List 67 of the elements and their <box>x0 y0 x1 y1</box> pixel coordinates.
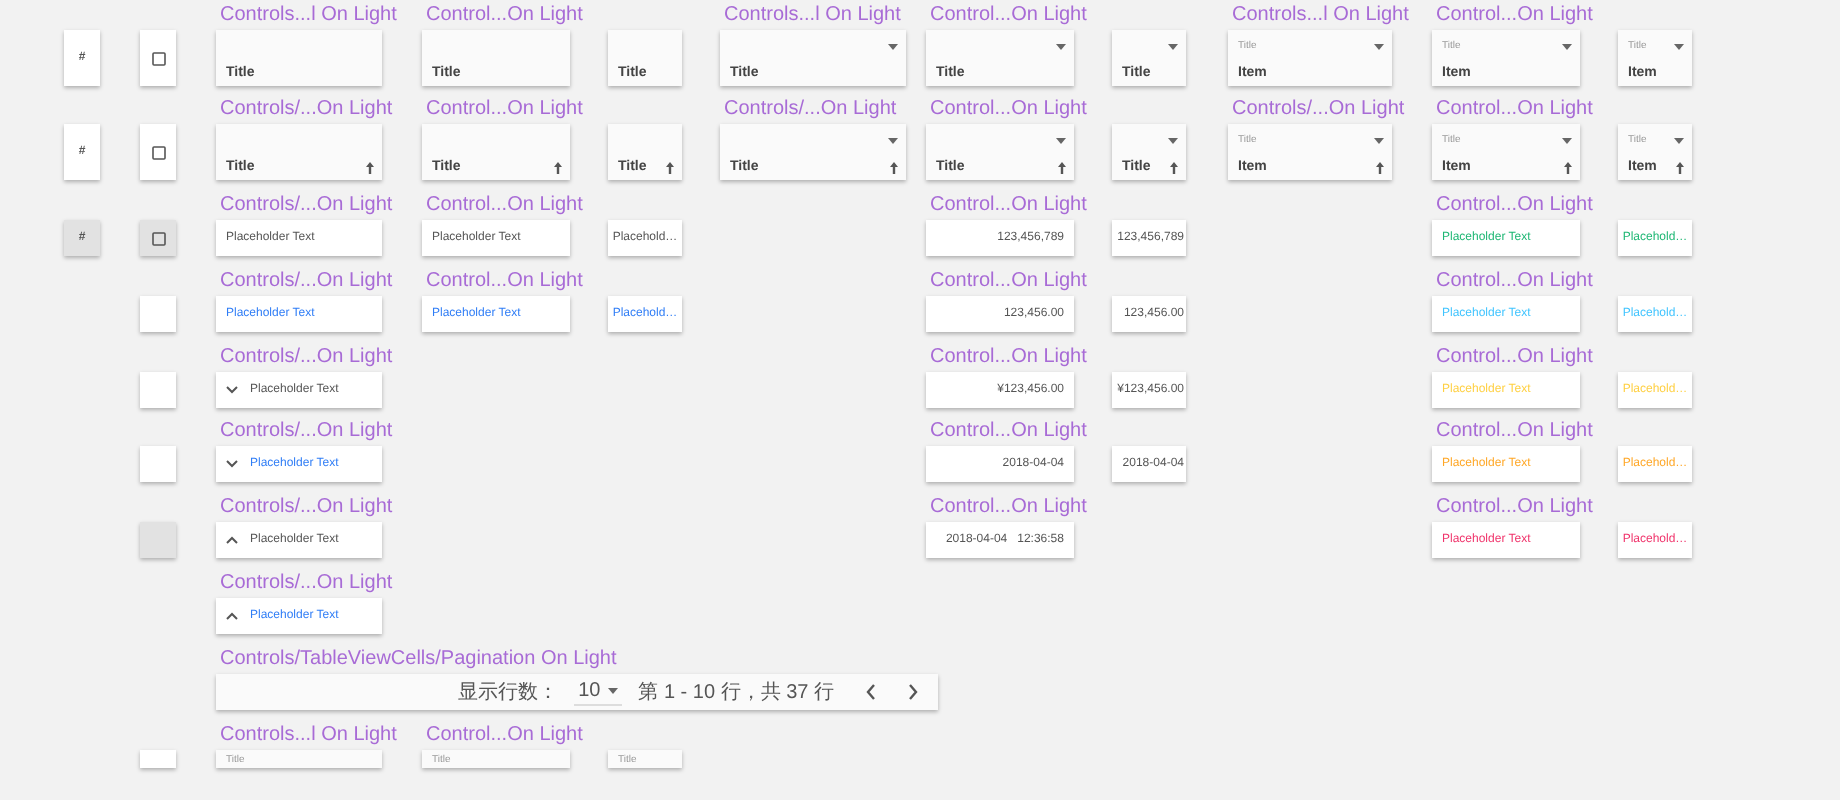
arrow-up-icon[interactable] <box>1376 161 1384 173</box>
caret-down-icon[interactable] <box>1374 43 1384 49</box>
caret-down-icon[interactable] <box>888 43 898 49</box>
symbol-label: Control...On Light <box>930 270 1087 292</box>
symbol-label: Control...On Light <box>930 4 1087 26</box>
symbol-label: Control...On Light <box>930 194 1087 216</box>
symbol-label: Controls/...On Light <box>220 98 393 120</box>
caret-down-icon[interactable] <box>1056 137 1066 143</box>
chevron-up-icon[interactable] <box>226 536 238 544</box>
caret-down-icon[interactable] <box>1562 43 1572 49</box>
symbol-label: Controls/...On Light <box>1232 98 1405 120</box>
symbol-label: Control...On Light <box>426 4 583 26</box>
symbol-label: Control...On Light <box>1436 194 1593 216</box>
checkbox-icon[interactable] <box>151 231 165 245</box>
page-range-text: 第 1 - 10 行，共 37 行 <box>638 679 834 706</box>
symbol-label: Controls/...On Light <box>220 420 393 442</box>
checkbox-icon[interactable] <box>151 145 165 159</box>
chevron-down-icon[interactable] <box>226 460 238 468</box>
symbol-label: Control...On Light <box>426 194 583 216</box>
symbol-label: Controls...l On Light <box>220 4 397 26</box>
previous-page-icon[interactable] <box>866 684 876 700</box>
symbol-label: Control...On Light <box>426 98 583 120</box>
caret-down-icon[interactable] <box>1168 43 1178 49</box>
symbol-label: Controls/...On Light <box>220 270 393 292</box>
symbol-label: Control...On Light <box>1436 496 1593 518</box>
caret-down-icon[interactable] <box>1562 137 1572 143</box>
symbol-label: Control...On Light <box>930 346 1087 368</box>
symbol-label: Control...On Light <box>1436 420 1593 442</box>
symbol-label: Control...On Light <box>930 98 1087 120</box>
symbol-label: Control...On Light <box>1436 346 1593 368</box>
arrow-up-icon[interactable] <box>366 161 374 173</box>
caret-down-icon[interactable] <box>888 137 898 143</box>
arrow-up-icon[interactable] <box>1170 161 1178 173</box>
symbol-label: Controls...l On Light <box>1232 4 1409 26</box>
arrow-up-icon[interactable] <box>1058 161 1066 173</box>
symbol-label: Control...On Light <box>1436 4 1593 26</box>
caret-down-icon[interactable] <box>1674 43 1684 49</box>
arrow-up-icon[interactable] <box>890 161 898 173</box>
symbol-label: Controls/...On Light <box>724 98 897 120</box>
caret-down-icon[interactable] <box>1674 137 1684 143</box>
symbol-label: Controls/...On Light <box>220 496 393 518</box>
symbol-label: Controls/...On Light <box>220 194 393 216</box>
caret-down-icon[interactable] <box>1168 137 1178 143</box>
symbol-label: Controls/...On Light <box>220 572 393 594</box>
chevron-down-icon[interactable] <box>226 386 238 394</box>
symbol-label: Control...On Light <box>930 420 1087 442</box>
arrow-up-icon[interactable] <box>1564 161 1572 173</box>
symbol-label: Control...On Light <box>426 270 583 292</box>
chevron-up-icon[interactable] <box>226 612 238 620</box>
symbol-label: Control...On Light <box>426 724 583 746</box>
symbol-label: Controls/TableViewCells/Pagination On Light <box>220 648 617 670</box>
checkbox-icon[interactable] <box>151 51 165 65</box>
symbol-label: Control...On Light <box>1436 270 1593 292</box>
rows-per-page-label: 显示行数： <box>458 680 559 706</box>
symbol-label: Controls/...On Light <box>220 346 393 368</box>
arrow-up-icon[interactable] <box>666 161 674 173</box>
rows-per-page-dropdown[interactable]: 10 <box>574 678 623 706</box>
symbol-label: Control...On Light <box>930 496 1087 518</box>
next-page-icon[interactable] <box>908 684 918 700</box>
caret-down-icon[interactable] <box>608 688 619 694</box>
caret-down-icon[interactable] <box>1056 43 1066 49</box>
arrow-up-icon[interactable] <box>1676 161 1684 173</box>
symbol-label: Controls...l On Light <box>220 724 397 746</box>
symbol-label: Control...On Light <box>1436 98 1593 120</box>
arrow-up-icon[interactable] <box>554 161 562 173</box>
caret-down-icon[interactable] <box>1374 137 1384 143</box>
symbol-label: Controls...l On Light <box>724 4 901 26</box>
